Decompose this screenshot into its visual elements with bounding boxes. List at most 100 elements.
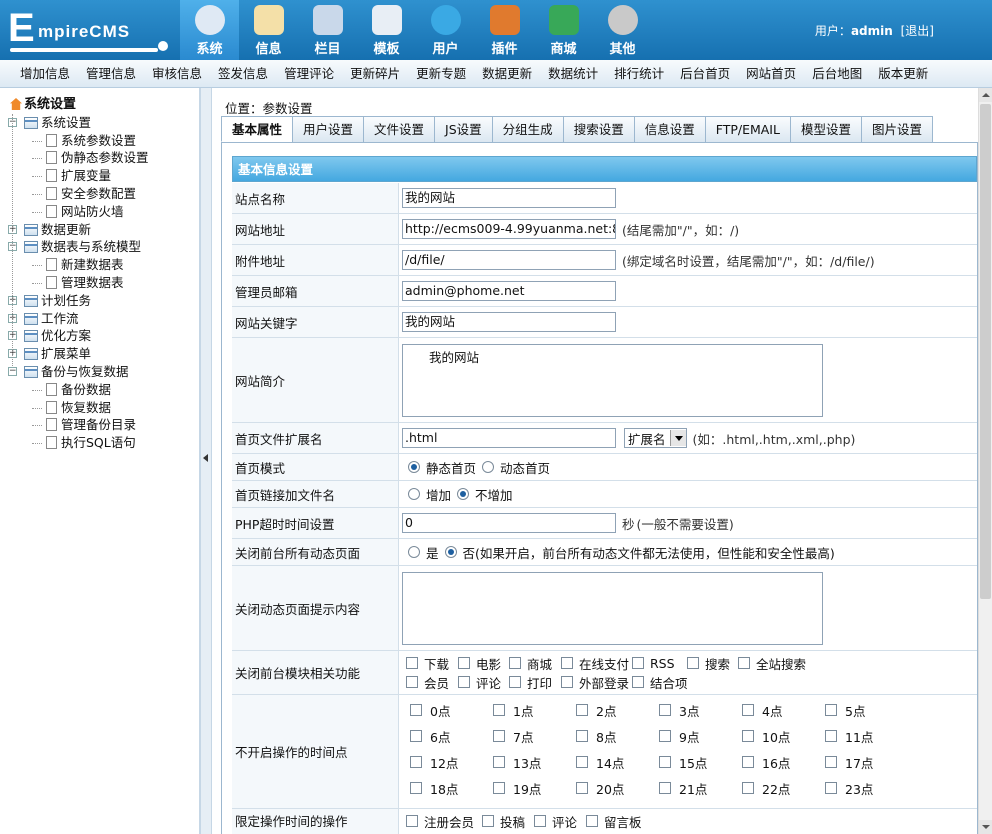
- subnav-link-8[interactable]: 数据统计: [540, 60, 606, 87]
- module-option[interactable]: 搜索: [687, 654, 730, 672]
- hour-checkbox[interactable]: [825, 730, 837, 742]
- limit-op-checkbox[interactable]: [482, 815, 494, 827]
- tree-item[interactable]: 管理备份目录: [6, 416, 196, 434]
- hour-checkbox[interactable]: [576, 704, 588, 716]
- hour-option[interactable]: 17点: [825, 753, 873, 771]
- module-option[interactable]: 打印: [509, 673, 552, 691]
- hour-option[interactable]: 4点: [742, 701, 782, 719]
- hour-option[interactable]: 9点: [659, 727, 699, 745]
- radio-dynamic[interactable]: [482, 461, 495, 473]
- hour-option[interactable]: 16点: [742, 753, 790, 771]
- site-name-input[interactable]: 我的网站: [402, 188, 616, 208]
- subnav-link-13[interactable]: 版本更新: [870, 60, 936, 87]
- hour-option[interactable]: 7点: [493, 727, 533, 745]
- nav-item-1[interactable]: 信息: [239, 0, 298, 60]
- subnav-link-12[interactable]: 后台地图: [804, 60, 870, 87]
- tree-item[interactable]: 伪静态参数设置: [6, 149, 196, 167]
- limit-op-option[interactable]: 评论: [534, 812, 577, 830]
- close-tip-textarea[interactable]: [402, 572, 823, 645]
- scroll-thumb[interactable]: [980, 104, 991, 599]
- hour-checkbox[interactable]: [742, 756, 754, 768]
- module-checkbox[interactable]: [509, 657, 521, 669]
- subnav-link-9[interactable]: 排行统计: [606, 60, 672, 87]
- module-option[interactable]: 外部登录: [561, 673, 629, 691]
- hour-checkbox[interactable]: [659, 704, 671, 716]
- tree-item[interactable]: 系统参数设置: [6, 132, 196, 150]
- tab-5[interactable]: 搜索设置: [562, 116, 635, 142]
- limit-op-checkbox[interactable]: [406, 815, 418, 827]
- hour-checkbox[interactable]: [410, 782, 422, 794]
- module-checkbox[interactable]: [406, 676, 418, 688]
- hour-checkbox[interactable]: [410, 704, 422, 716]
- subnav-link-0[interactable]: 增加信息: [12, 60, 78, 87]
- module-option[interactable]: 全站搜索: [738, 654, 806, 672]
- index-mode-dynamic[interactable]: 动态首页: [476, 458, 550, 477]
- index-link-add[interactable]: 增加: [402, 485, 451, 504]
- module-option[interactable]: 会员: [406, 673, 449, 691]
- tab-9[interactable]: 图片设置: [860, 116, 933, 142]
- scroll-up-icon[interactable]: [979, 88, 992, 102]
- tab-3[interactable]: JS设置: [434, 116, 493, 142]
- subnav-link-10[interactable]: 后台首页: [672, 60, 738, 87]
- main-scrollbar[interactable]: [978, 88, 992, 834]
- radio-yes[interactable]: [408, 546, 420, 558]
- radio-add[interactable]: [408, 488, 420, 500]
- hour-checkbox[interactable]: [659, 730, 671, 742]
- subnav-link-7[interactable]: 数据更新: [474, 60, 540, 87]
- hour-option[interactable]: 20点: [576, 779, 624, 797]
- tree-item[interactable]: − 系统设置: [6, 114, 196, 132]
- radio-static[interactable]: [408, 461, 420, 473]
- subnav-link-4[interactable]: 管理评论: [276, 60, 342, 87]
- hour-option[interactable]: 13点: [493, 753, 541, 771]
- hour-option[interactable]: 12点: [410, 753, 458, 771]
- hour-checkbox[interactable]: [493, 782, 505, 794]
- hour-option[interactable]: 11点: [825, 727, 873, 745]
- hour-checkbox[interactable]: [493, 730, 505, 742]
- nav-item-0[interactable]: 系统: [180, 0, 239, 60]
- hour-checkbox[interactable]: [742, 730, 754, 742]
- tab-7[interactable]: FTP/EMAIL: [704, 116, 791, 142]
- hour-option[interactable]: 3点: [659, 701, 699, 719]
- hour-option[interactable]: 6点: [410, 727, 450, 745]
- logout-link[interactable]: [退出]: [901, 24, 934, 38]
- hour-option[interactable]: 1点: [493, 701, 533, 719]
- hour-option[interactable]: 0点: [410, 701, 450, 719]
- close-dynamic-yes[interactable]: 是: [402, 543, 439, 562]
- module-option[interactable]: 结合项: [632, 673, 688, 691]
- tree-item[interactable]: 安全参数配置: [6, 185, 196, 203]
- limit-op-option[interactable]: 投稿: [482, 812, 525, 830]
- nav-item-3[interactable]: 模板: [357, 0, 416, 60]
- ext-select[interactable]: 扩展名: [624, 428, 687, 448]
- hour-checkbox[interactable]: [742, 704, 754, 716]
- tree-item[interactable]: − 备份与恢复数据: [6, 363, 196, 381]
- subnav-link-11[interactable]: 网站首页: [738, 60, 804, 87]
- admin-email-input[interactable]: admin@phome.net: [402, 281, 616, 301]
- hour-checkbox[interactable]: [410, 730, 422, 742]
- tab-2[interactable]: 文件设置: [363, 116, 436, 142]
- hour-checkbox[interactable]: [576, 782, 588, 794]
- module-checkbox[interactable]: [687, 657, 699, 669]
- index-ext-input[interactable]: .html: [402, 428, 616, 448]
- hour-checkbox[interactable]: [825, 756, 837, 768]
- module-checkbox[interactable]: [561, 676, 573, 688]
- hour-checkbox[interactable]: [576, 730, 588, 742]
- tree-item[interactable]: 执行SQL语句: [6, 434, 196, 452]
- site-url-input[interactable]: http://ecms009-4.99yuanma.net:8888/: [402, 219, 616, 239]
- subnav-link-1[interactable]: 管理信息: [78, 60, 144, 87]
- tab-8[interactable]: 模型设置: [789, 116, 862, 142]
- tree-root[interactable]: 系统设置: [6, 96, 196, 114]
- keywords-input[interactable]: 我的网站: [402, 312, 616, 332]
- empirecms-logo[interactable]: E mpireCMS: [8, 8, 173, 52]
- limit-op-checkbox[interactable]: [534, 815, 546, 827]
- module-checkbox[interactable]: [738, 657, 750, 669]
- module-checkbox[interactable]: [509, 676, 521, 688]
- limit-op-checkbox[interactable]: [586, 815, 598, 827]
- hour-option[interactable]: 22点: [742, 779, 790, 797]
- close-dynamic-no[interactable]: 否: [439, 543, 475, 562]
- module-option[interactable]: RSS: [632, 654, 675, 672]
- hour-checkbox[interactable]: [825, 704, 837, 716]
- module-checkbox[interactable]: [458, 657, 470, 669]
- radio-no[interactable]: [444, 546, 457, 558]
- php-timeout-input[interactable]: 0: [402, 513, 616, 533]
- module-checkbox[interactable]: [632, 676, 644, 688]
